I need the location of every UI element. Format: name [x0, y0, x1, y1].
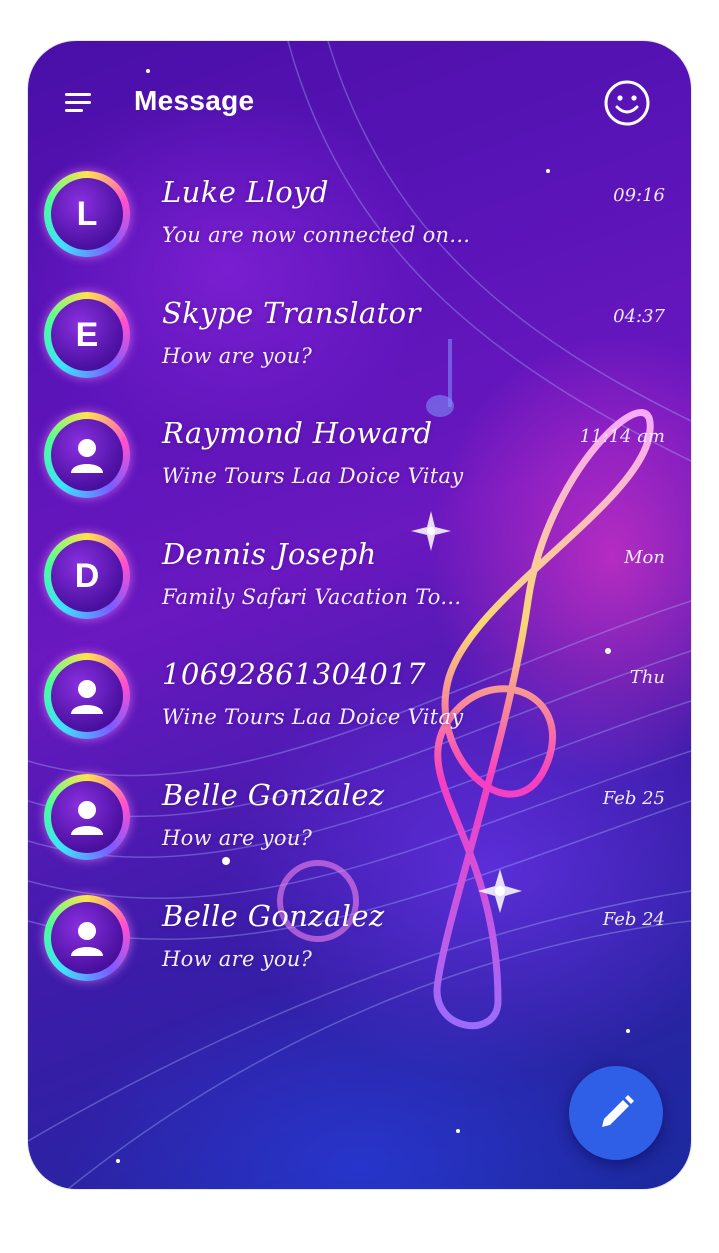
page-title: Message [134, 85, 255, 116]
message-time: 09:16 [613, 185, 665, 206]
person-icon [71, 439, 103, 473]
avatar: E [44, 292, 130, 378]
message-preview: You are now connected on... [162, 223, 471, 247]
avatar [44, 653, 130, 739]
message-preview: Family Safari Vacation To... [162, 585, 462, 609]
avatar: D [44, 533, 130, 619]
smiley-face-icon[interactable] [603, 79, 651, 127]
message-time: Thu [629, 667, 665, 688]
contact-name: Raymond Howard [162, 416, 433, 450]
avatar: L [44, 171, 130, 257]
conversation-row[interactable]: Raymond Howard Wine Tours Laa Doice Vita… [28, 410, 691, 520]
message-time: Feb 24 [602, 909, 665, 930]
phone-screen: Message L Luke Lloyd You are now connect… [28, 41, 691, 1189]
contact-name: Dennis Joseph [162, 537, 377, 571]
conversation-row[interactable]: Belle Gonzalez How are you? Feb 24 [28, 893, 691, 1003]
app-header: Message [28, 41, 691, 161]
message-preview: Wine Tours Laa Doice Vitay [162, 705, 464, 729]
contact-name: Belle Gonzalez [162, 899, 385, 933]
contact-name: Luke Lloyd [162, 175, 329, 209]
conversation-row[interactable]: Belle Gonzalez How are you? Feb 25 [28, 772, 691, 882]
contact-name: 10692861304017 [162, 657, 426, 691]
person-icon [71, 801, 103, 835]
contact-name: Belle Gonzalez [162, 778, 385, 812]
message-preview: How are you? [162, 947, 313, 971]
avatar [44, 895, 130, 981]
message-preview: Wine Tours Laa Doice Vitay [162, 464, 464, 488]
avatar [44, 774, 130, 860]
person-icon [71, 922, 103, 956]
compose-button[interactable] [569, 1066, 663, 1160]
hamburger-menu-icon[interactable] [62, 89, 94, 117]
avatar-letter: L [51, 178, 123, 250]
message-preview: How are you? [162, 344, 313, 368]
avatar-letter: D [51, 540, 123, 612]
pencil-compose-icon [602, 1095, 634, 1127]
avatar-letter: E [51, 299, 123, 371]
conversation-row[interactable]: E Skype Translator How are you? 04:37 [28, 290, 691, 400]
message-time: 11:14 am [579, 426, 665, 447]
message-time: Feb 25 [602, 788, 665, 809]
conversation-row[interactable]: L Luke Lloyd You are now connected on...… [28, 169, 691, 279]
message-time: Mon [624, 547, 665, 568]
message-preview: How are you? [162, 826, 313, 850]
conversation-row[interactable]: D Dennis Joseph Family Safari Vacation T… [28, 531, 691, 641]
conversation-row[interactable]: 10692861304017 Wine Tours Laa Doice Vita… [28, 651, 691, 761]
person-icon [71, 680, 103, 714]
contact-name: Skype Translator [162, 296, 421, 330]
avatar [44, 412, 130, 498]
message-time: 04:37 [613, 306, 665, 327]
